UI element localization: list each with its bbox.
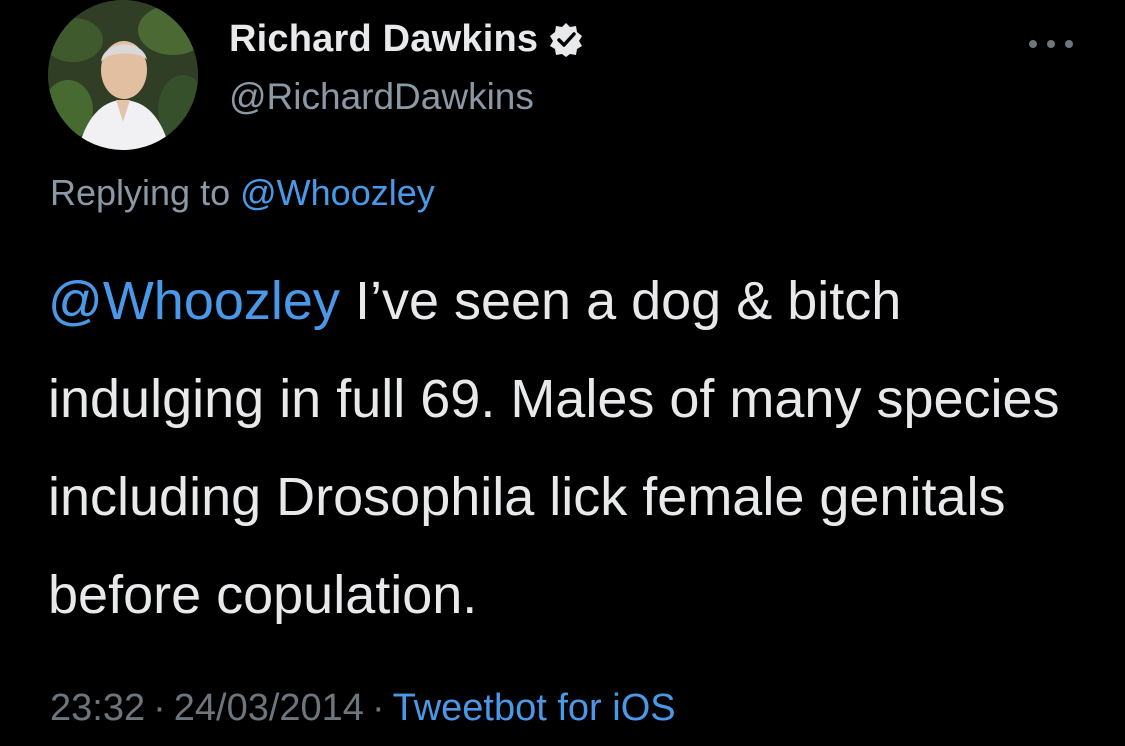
ellipsis-dot xyxy=(1065,40,1073,48)
profile-photo-icon xyxy=(48,0,198,150)
meta-separator: · xyxy=(371,687,385,729)
tweet-meta: 23:32 · 24/03/2014 · Tweetbot for iOS xyxy=(50,687,676,730)
replying-to-label: Replying to xyxy=(50,172,231,213)
tweet-body-mention-link[interactable]: @Whoozley xyxy=(48,271,340,331)
verified-badge-icon xyxy=(548,22,584,58)
author-display-name[interactable]: Richard Dawkins xyxy=(229,18,538,61)
replying-to-mention-link[interactable]: @Whoozley xyxy=(240,172,435,213)
ellipsis-dot xyxy=(1047,40,1055,48)
tweet-date: 24/03/2014 xyxy=(173,687,364,729)
tweet-source-link[interactable]: Tweetbot for iOS xyxy=(393,687,676,729)
author-handle[interactable]: @RichardDawkins xyxy=(229,76,534,118)
ellipsis-dot xyxy=(1029,40,1037,48)
avatar[interactable] xyxy=(48,0,198,150)
tweet-time: 23:32 xyxy=(50,687,146,729)
tweet-body: @Whoozley I’ve seen a dog & bitch indulg… xyxy=(48,252,1068,644)
meta-separator: · xyxy=(153,687,166,729)
ellipsis-icon[interactable] xyxy=(1029,38,1073,50)
author-name-row[interactable]: Richard Dawkins xyxy=(229,18,584,61)
replying-to: Replying to @Whoozley xyxy=(50,172,435,214)
